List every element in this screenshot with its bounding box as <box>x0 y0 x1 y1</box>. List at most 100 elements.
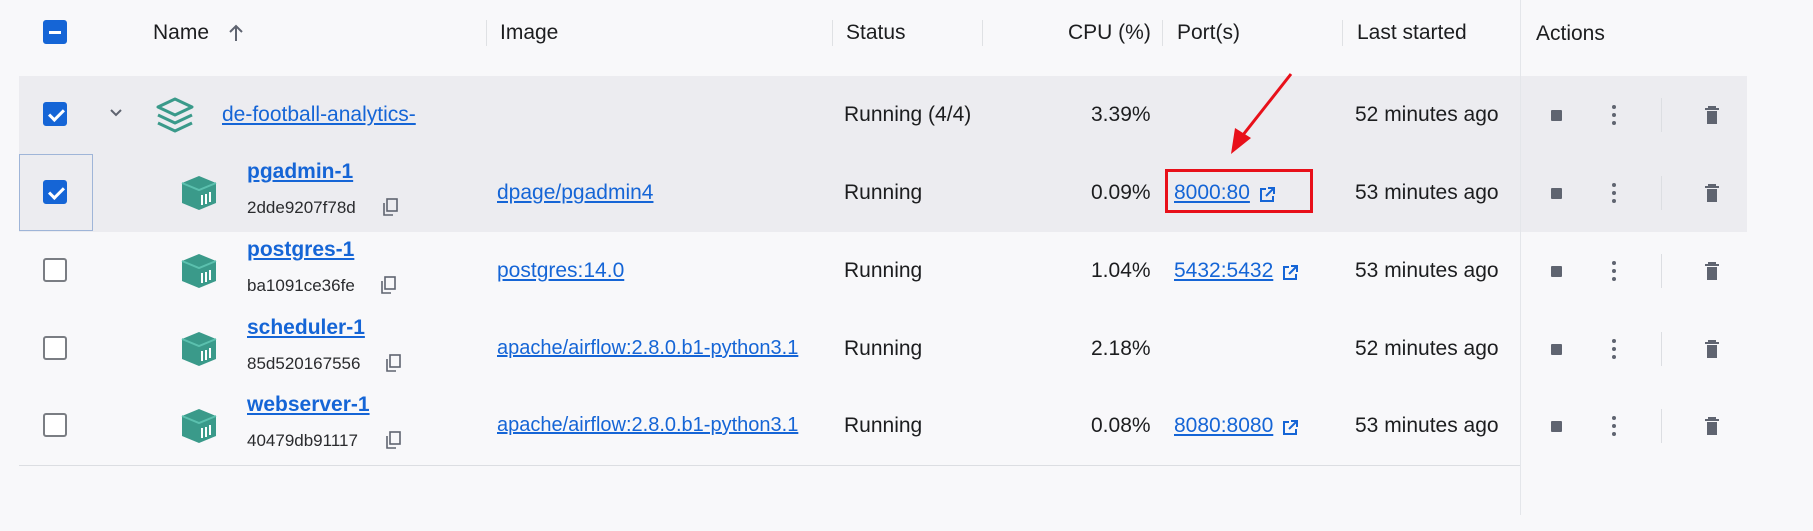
table-bottom-border <box>19 465 1746 466</box>
external-link-icon[interactable] <box>1281 264 1299 282</box>
container-icon <box>181 409 217 443</box>
stack-icon <box>156 97 194 133</box>
container-status: Running <box>844 414 923 437</box>
stop-button[interactable] <box>1541 411 1571 441</box>
container-name-link[interactable]: pgadmin-1 <box>247 160 353 184</box>
delete-button[interactable] <box>1697 178 1727 208</box>
action-divider <box>1661 254 1662 288</box>
port-cell: 8080:8080 <box>1174 414 1299 438</box>
external-link-icon[interactable] <box>1281 419 1299 437</box>
container-name-link[interactable]: postgres-1 <box>247 238 354 262</box>
container-name-link[interactable]: scheduler-1 <box>247 316 365 340</box>
container-image-link[interactable]: apache/airflow:2.8.0.b1-python3.1 <box>497 414 798 437</box>
column-divider[interactable] <box>1162 20 1163 46</box>
stop-button[interactable] <box>1541 334 1571 364</box>
delete-button[interactable] <box>1697 411 1727 441</box>
container-cpu: 2.18% <box>1091 337 1151 360</box>
more-vertical-icon <box>1612 339 1616 359</box>
container-id: 85d520167556 <box>247 354 361 373</box>
port-link[interactable]: 8080:8080 <box>1174 414 1273 437</box>
header-cpu[interactable]: CPU (%) <box>1068 21 1151 45</box>
container-last-started: 53 minutes ago <box>1355 414 1499 437</box>
container-cpu: 0.08% <box>1091 414 1151 437</box>
stop-icon <box>1550 343 1562 355</box>
header-ports[interactable]: Port(s) <box>1177 21 1240 45</box>
container-cpu: 1.04% <box>1091 259 1151 282</box>
row-checkbox[interactable] <box>43 336 67 360</box>
container-status: Running <box>844 259 923 282</box>
container-id: 2dde9207f78d <box>247 198 356 217</box>
more-button[interactable] <box>1599 178 1629 208</box>
chevron-down-icon[interactable] <box>108 107 124 119</box>
actions-column: Actions <box>1520 0 1747 515</box>
container-cpu: 0.09% <box>1091 181 1151 204</box>
trash-icon <box>1705 106 1719 124</box>
container-icon <box>181 332 217 366</box>
stop-button[interactable] <box>1541 178 1571 208</box>
container-last-started: 53 minutes ago <box>1355 181 1499 204</box>
stop-icon <box>1550 420 1562 432</box>
more-vertical-icon <box>1612 105 1616 125</box>
stop-icon <box>1550 187 1562 199</box>
container-status: Running <box>844 181 923 204</box>
stop-button[interactable] <box>1541 100 1571 130</box>
container-id: ba1091ce36fe <box>247 276 355 295</box>
action-divider <box>1661 332 1662 366</box>
annotation-arrow-icon <box>1231 73 1293 154</box>
container-icon <box>181 254 217 288</box>
container-id: 40479db91117 <box>247 431 358 450</box>
row-checkbox[interactable] <box>43 413 67 437</box>
container-icon <box>181 176 217 210</box>
more-vertical-icon <box>1612 416 1616 436</box>
select-all-checkbox[interactable] <box>43 20 67 44</box>
trash-icon <box>1705 417 1719 435</box>
group-name-link[interactable]: de-football-analytics- <box>222 103 416 127</box>
group-last-started: 52 minutes ago <box>1355 103 1499 126</box>
more-button[interactable] <box>1599 411 1629 441</box>
delete-button[interactable] <box>1697 256 1727 286</box>
more-vertical-icon <box>1612 261 1616 281</box>
copy-icon[interactable] <box>380 276 396 294</box>
header-actions: Actions <box>1536 22 1605 45</box>
header-status[interactable]: Status <box>846 21 906 45</box>
group-checkbox[interactable] <box>43 102 67 126</box>
arrow-up-icon[interactable] <box>227 23 245 43</box>
trash-icon <box>1705 184 1719 202</box>
column-divider[interactable] <box>832 20 833 46</box>
container-last-started: 53 minutes ago <box>1355 259 1499 282</box>
row-checkbox[interactable] <box>43 258 67 282</box>
group-status: Running (4/4) <box>844 103 972 126</box>
container-image-link[interactable]: apache/airflow:2.8.0.b1-python3.1 <box>497 337 798 360</box>
copy-icon[interactable] <box>382 198 398 216</box>
container-last-started: 52 minutes ago <box>1355 337 1499 360</box>
more-button[interactable] <box>1599 100 1629 130</box>
delete-button[interactable] <box>1697 334 1727 364</box>
column-divider[interactable] <box>1342 20 1343 46</box>
row-checkbox[interactable] <box>43 180 67 204</box>
group-cpu: 3.39% <box>1091 103 1151 126</box>
action-divider <box>1661 176 1662 210</box>
action-divider <box>1661 409 1662 443</box>
more-button[interactable] <box>1599 334 1629 364</box>
header-name[interactable]: Name <box>153 21 209 45</box>
delete-button[interactable] <box>1697 100 1727 130</box>
column-divider[interactable] <box>486 20 487 46</box>
copy-icon[interactable] <box>385 431 401 449</box>
copy-icon[interactable] <box>385 354 401 372</box>
header-last-started[interactable]: Last started <box>1357 21 1467 45</box>
header-image[interactable]: Image <box>500 21 558 45</box>
action-divider <box>1661 98 1662 132</box>
container-status: Running <box>844 337 923 360</box>
container-image-link[interactable]: dpage/pgadmin4 <box>497 181 653 205</box>
trash-icon <box>1705 262 1719 280</box>
column-divider[interactable] <box>982 20 983 46</box>
port-link[interactable]: 5432:5432 <box>1174 259 1273 282</box>
more-vertical-icon <box>1612 183 1616 203</box>
stop-icon <box>1550 109 1562 121</box>
more-button[interactable] <box>1599 256 1629 286</box>
stop-button[interactable] <box>1541 256 1571 286</box>
port-cell: 5432:5432 <box>1174 259 1299 283</box>
stop-icon <box>1550 265 1562 277</box>
container-image-link[interactable]: postgres:14.0 <box>497 259 624 283</box>
container-name-link[interactable]: webserver-1 <box>247 393 370 417</box>
